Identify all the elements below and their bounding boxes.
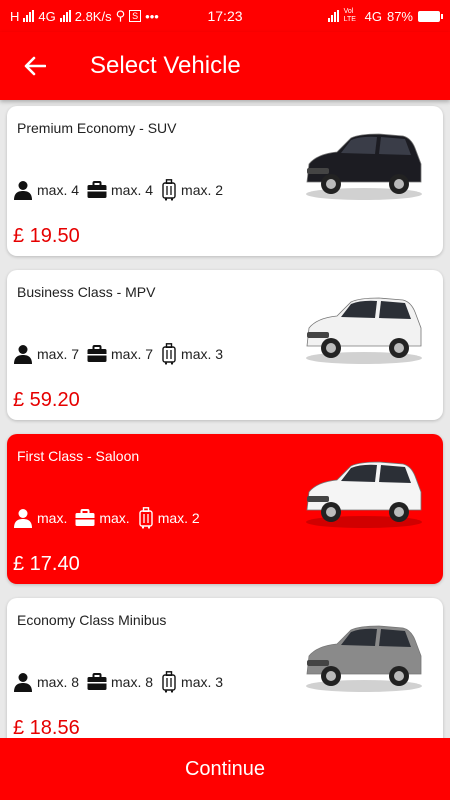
vehicle-image	[299, 288, 429, 368]
car-image	[306, 297, 422, 364]
luggage-icon	[162, 179, 176, 201]
status-right: Vol LTE 4G 87%	[327, 8, 443, 24]
passenger-capacity: max.	[13, 508, 67, 528]
vehicle-image	[299, 452, 429, 532]
vehicle-name: Economy Class Minibus	[17, 612, 167, 628]
luggage-capacity-label: max. 2	[181, 182, 224, 198]
vehicle-name: Premium Economy - SUV	[17, 120, 177, 136]
suitcase-capacity: max. 4	[87, 181, 153, 199]
passenger-capacity-label: max. 4	[37, 182, 80, 198]
page-title: Select Vehicle	[90, 52, 241, 79]
network2-label: 4G	[364, 8, 382, 24]
suitcase-capacity-label: max. 4	[111, 182, 154, 198]
passenger-capacity: max. 4	[13, 180, 79, 200]
luggage-capacity-label: max. 3	[181, 346, 224, 362]
luggage-icon	[138, 507, 153, 529]
vehicle-image	[299, 124, 429, 204]
signal-icon-2	[59, 10, 71, 22]
suitcase-capacity: max.	[75, 509, 130, 527]
vehicle-card[interactable]: Economy Class Minibus max. 8 max. 8 max.…	[7, 598, 443, 738]
vehicle-card[interactable]: Premium Economy - SUV max. 4 max. 4 max.…	[7, 106, 443, 256]
suitcase-capacity: max. 8	[87, 673, 153, 691]
vehicle-card[interactable]: First Class - Saloon max. max. max. 2 £ …	[7, 434, 443, 584]
vehicle-card[interactable]: Business Class - MPV max. 7 max. 7 max. …	[7, 270, 443, 420]
continue-button[interactable]: Continue	[0, 738, 450, 800]
suitcase-icon	[75, 509, 95, 526]
status-left: H 4G 2.8K/s ⚲ S •••	[10, 8, 159, 24]
car-image	[306, 625, 422, 692]
passenger-capacity: max. 7	[13, 344, 79, 364]
suitcase-icon	[87, 673, 107, 690]
luggage-capacity: max. 3	[161, 671, 223, 693]
vehicle-price: £ 17.40	[13, 553, 80, 575]
suitcase-icon	[87, 345, 107, 362]
carrier-label: H	[10, 8, 20, 24]
back-button[interactable]	[0, 32, 70, 100]
capacity-row: max. 8 max. 8 max. 3	[13, 671, 231, 693]
app-bar: Select Vehicle	[0, 32, 450, 100]
car-image	[306, 461, 422, 528]
speed-label: 2.8K/s	[74, 8, 112, 24]
vehicle-name: Business Class - MPV	[17, 284, 156, 300]
clock: 17:23	[207, 8, 243, 24]
signal-icon	[23, 10, 35, 22]
battery-percent: 87%	[386, 8, 413, 24]
signal-icon-3	[327, 10, 339, 22]
luggage-capacity: max. 2	[161, 179, 223, 201]
battery-icon	[418, 10, 443, 22]
passenger-capacity-label: max. 7	[37, 346, 80, 362]
suitcase-capacity-label: max. 8	[111, 674, 154, 690]
person-icon	[14, 181, 32, 200]
vehicle-list[interactable]: Premium Economy - SUV max. 4 max. 4 max.…	[0, 100, 450, 738]
person-icon	[14, 673, 32, 692]
usb-icon: ⚲	[115, 8, 126, 23]
passenger-capacity-label: max.	[37, 510, 68, 526]
vehicle-price: £ 18.56	[13, 717, 80, 738]
arrow-left-icon	[24, 56, 46, 76]
vehicle-price: £ 59.20	[13, 389, 80, 411]
capacity-row: max. max. max. 2	[13, 507, 208, 529]
passenger-capacity: max. 8	[13, 672, 79, 692]
volte-label: Vol LTE	[343, 8, 356, 23]
notification-icon: S	[129, 10, 142, 22]
vehicle-image	[299, 616, 429, 696]
luggage-capacity: max. 2	[138, 507, 200, 529]
luggage-icon	[162, 671, 176, 693]
person-icon	[14, 509, 32, 528]
capacity-row: max. 7 max. 7 max. 3	[13, 343, 231, 365]
passenger-capacity-label: max. 8	[37, 674, 80, 690]
status-bar: H 4G 2.8K/s ⚲ S ••• 17:23 Vol LTE 4G 87%	[0, 0, 450, 32]
suitcase-icon	[87, 181, 107, 198]
vehicle-name: First Class - Saloon	[17, 448, 140, 464]
more-notifications-label: •••	[145, 8, 159, 24]
luggage-icon	[162, 343, 176, 365]
luggage-capacity-label: max. 3	[181, 674, 224, 690]
person-icon	[14, 345, 32, 364]
luggage-capacity-label: max. 2	[157, 510, 200, 526]
suitcase-capacity: max. 7	[87, 345, 153, 363]
network-label: 4G	[38, 8, 56, 24]
suitcase-capacity-label: max.	[99, 510, 130, 526]
capacity-row: max. 4 max. 4 max. 2	[13, 179, 231, 201]
car-image	[306, 133, 422, 200]
luggage-capacity: max. 3	[161, 343, 223, 365]
vehicle-price: £ 19.50	[13, 225, 80, 247]
suitcase-capacity-label: max. 7	[111, 346, 154, 362]
